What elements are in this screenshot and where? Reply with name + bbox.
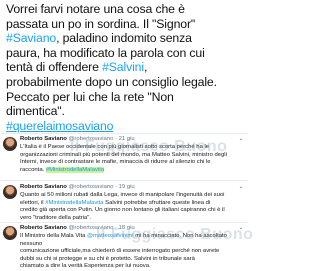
author-name[interactable]: Roberto Saviano — [20, 225, 67, 231]
tweet-line-text: elettori, il — [20, 199, 46, 206]
post-line: Peccato per lui che la rete "Non — [6, 89, 174, 104]
hashtag-ministrodellamalavita[interactable]: #MinistrodellaMalavita — [45, 166, 105, 173]
avatar[interactable] — [3, 226, 17, 240]
post-line: paura, ha modificato la parola con cui — [6, 45, 205, 60]
post-text: Vorrei farvi notare una cosa che è passa… — [6, 2, 248, 133]
tweet-line: racconta. #MinistrodellaMalavita — [20, 166, 242, 175]
avatar[interactable] — [3, 137, 17, 151]
post-line-text: , paladino indomito senza — [56, 31, 192, 46]
hashtag-salvini[interactable]: #Salvini — [102, 60, 144, 74]
divider — [1, 180, 248, 181]
post-line: probabilmente dopo un consiglio legale. — [6, 74, 217, 89]
post-line: Vorrei farvi notare una cosa che è — [6, 2, 185, 16]
post-line-text: , — [143, 60, 148, 75]
tweet-line-text: racconta. — [20, 166, 46, 173]
chevron-down-icon[interactable]: ⌄ — [237, 184, 245, 190]
tweet-line: chiamato a dire la verità Esperienza per… — [20, 263, 151, 270]
divider — [1, 222, 248, 223]
watermark: Il Fuggiasco Buono — [96, 226, 254, 243]
tweet-line: Interni, invece di contrastare le mafie,… — [20, 159, 211, 166]
tweet-header: Roberto Saviano @robertosaviano · 19 giu — [20, 184, 135, 192]
hashtag-querelaimosaviano[interactable]: #querelaimosaviano — [6, 119, 114, 133]
post-line: dimentica". — [6, 104, 65, 119]
post-line: passata un po in sordina. Il "Signor" — [6, 16, 196, 31]
hashtag-ministrodellamalavita[interactable]: #MinistrodellaMalavita — [45, 200, 103, 206]
tweet-body: Quanto ai 50 milioni rubati dalla Lega, … — [20, 192, 242, 222]
author-name[interactable]: Roberto Saviano — [20, 184, 67, 190]
tweet-line-text: Salvini potrebbe sfruttare queste linea … — [103, 199, 211, 206]
tweet-line-text: Il Ministro della Mala Vita — [20, 233, 88, 239]
post-line-text: tentà di offendere — [6, 60, 103, 75]
tweet-line: Quanto ai 50 milioni rubati dalla Lega, … — [20, 192, 225, 198]
watermark: Il Fuggiasco Buono — [70, 138, 228, 155]
tweet-line: credito già aperta con Putin. Un giorno … — [20, 207, 225, 214]
post-line: #Saviano, paladino indomito senza — [6, 31, 248, 46]
post-line: #querelaimosaviano — [6, 119, 248, 134]
tweet-line: comunicazione ufficiale,ma chiederò di e… — [20, 248, 220, 255]
chevron-down-icon[interactable]: ⌄ — [237, 136, 245, 142]
embedded-tweet[interactable]: Roberto Saviano @robertosaviano · 19 giu… — [1, 183, 248, 223]
tweet-line: dubbi su chi si protegge e su chi è prot… — [20, 255, 195, 262]
author-handle[interactable]: @robertosaviano · 19 giu — [68, 184, 134, 190]
author-name[interactable]: Roberto Saviano — [20, 136, 67, 142]
hashtag-saviano[interactable]: #Saviano — [6, 31, 56, 45]
avatar[interactable] — [3, 185, 17, 199]
tweet-line: elettori, il #MinistrodellaMalavita Salv… — [20, 200, 242, 208]
post-line: tentà di offendere #Salvini, — [6, 60, 248, 75]
divider — [1, 133, 248, 134]
